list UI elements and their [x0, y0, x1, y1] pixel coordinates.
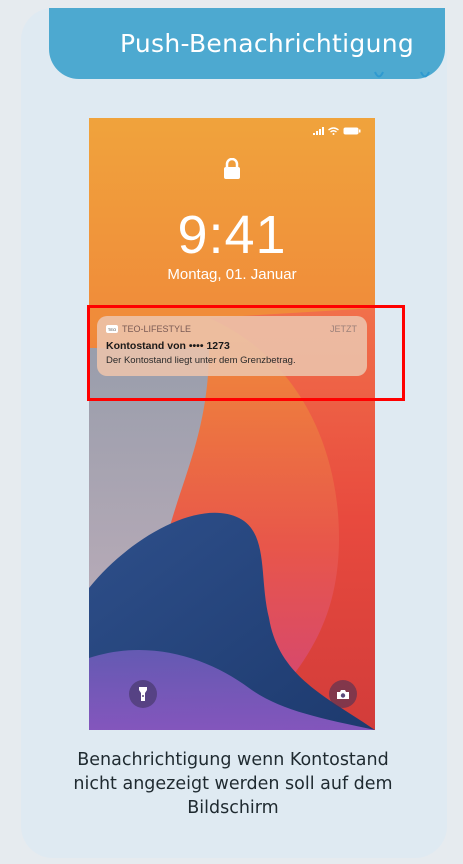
flashlight-button[interactable] [129, 680, 157, 708]
camera-icon [337, 689, 349, 699]
title-banner: Push-Benachrichtigung [49, 8, 445, 79]
notification-highlight-box [87, 305, 405, 401]
caption-line-1: Benachrichtigung wenn Kontostand [77, 750, 389, 770]
image-caption: Benachrichtigung wenn Kontostand nicht a… [40, 748, 426, 820]
caption-line-3: Bildschirm [187, 798, 279, 818]
phone-lockscreen: 9:41 Montag, 01. Januar TEO TEO-LIFESTYL… [89, 118, 375, 730]
lock-icon [224, 158, 240, 179]
signal-icon [313, 127, 324, 135]
status-bar [313, 127, 361, 135]
wifi-icon [328, 127, 339, 135]
lockscreen-time: 9:41 [177, 205, 287, 265]
caption-line-2: nicht angezeigt werden soll auf dem [73, 774, 393, 794]
banner-decoration [374, 71, 430, 78]
flashlight-icon [139, 687, 147, 701]
camera-button[interactable] [329, 680, 357, 708]
lockscreen-date: Montag, 01. Januar [167, 266, 297, 283]
battery-icon [343, 127, 361, 135]
banner-title: Push-Benachrichtigung [119, 29, 415, 58]
